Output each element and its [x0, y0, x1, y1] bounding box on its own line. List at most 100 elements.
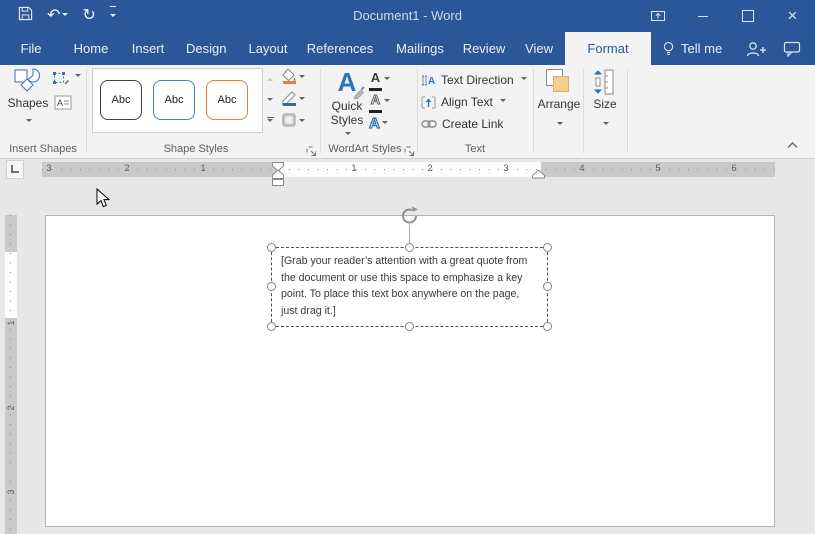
gallery-scroll-down-icon[interactable] [262, 89, 278, 110]
shape-style-option-3[interactable]: Abc [206, 80, 248, 120]
hruler-number: 2 [121, 163, 133, 173]
tab-design[interactable]: Design [186, 32, 226, 65]
ruler-text-area [5, 252, 17, 318]
mouse-cursor-icon [96, 188, 110, 209]
selected-text-box[interactable]: [Grab your reader’s attention with a gre… [271, 247, 548, 327]
text-direction-button[interactable]: A Text Direction [421, 70, 527, 90]
tab-review[interactable]: Review [460, 32, 508, 65]
size-icon [585, 67, 625, 97]
title-bar: ↶ ↻ Document1 - Word × [0, 0, 815, 32]
create-link-label: Create Link [442, 117, 503, 131]
shapes-icon [14, 67, 42, 93]
group-separator [417, 69, 418, 153]
tab-home[interactable]: Home [72, 32, 110, 65]
minimize-icon[interactable] [680, 0, 725, 32]
align-text-label: Align Text [441, 95, 493, 109]
align-text-icon [421, 95, 436, 110]
resize-handle-top-center[interactable] [405, 243, 414, 252]
resize-handle-bottom-center[interactable] [405, 322, 414, 331]
resize-handle-bottom-right[interactable] [543, 322, 552, 331]
shape-styles-dialog-launcher-icon[interactable] [306, 144, 317, 155]
draw-text-box-icon[interactable]: A [54, 95, 72, 115]
text-effects-button[interactable]: A [369, 114, 388, 134]
indent-markers[interactable] [271, 161, 287, 187]
comments-icon[interactable] [783, 32, 801, 65]
tab-layout[interactable]: Layout [246, 32, 290, 65]
text-fill-button[interactable]: A [369, 70, 390, 90]
text-outline-button[interactable]: A [369, 92, 390, 112]
arrange-button[interactable]: Arrange [536, 67, 582, 131]
size-button[interactable]: Size [585, 67, 625, 131]
group-label-wordart-styles: WordArt Styles [322, 143, 408, 155]
resize-handle-middle-right[interactable] [543, 282, 552, 291]
group-label-insert-shapes: Insert Shapes [0, 143, 86, 155]
shape-fill-button[interactable] [281, 68, 305, 88]
ribbon-format-tools: Shapes A Insert Shapes Abc Abc Abc [0, 65, 815, 159]
resize-handle-top-right[interactable] [543, 243, 552, 252]
gallery-more-icon[interactable] [262, 110, 278, 131]
text-line: just drag it.] [281, 303, 527, 320]
maximize-icon[interactable] [725, 0, 770, 32]
resize-handle-middle-left[interactable] [267, 282, 276, 291]
group-separator [533, 69, 534, 153]
resize-handle-bottom-left[interactable] [267, 322, 276, 331]
window-controls: × [635, 0, 815, 32]
vruler-number: 3 [6, 487, 16, 497]
collapse-ribbon-icon[interactable] [786, 136, 799, 154]
tab-file[interactable]: File [12, 32, 50, 65]
shape-fill-icon [281, 68, 297, 89]
align-text-button[interactable]: Align Text [421, 92, 506, 112]
tell-me-label: Tell me [681, 41, 722, 56]
horizontal-ruler[interactable]: 3 2 1 1 2 3 4 5 6 [42, 162, 775, 177]
shape-effects-button[interactable] [281, 112, 305, 132]
gallery-scroll-controls [262, 68, 278, 131]
wordart-dialog-launcher-icon[interactable] [404, 144, 415, 155]
group-separator [627, 69, 628, 153]
edit-shape-icon[interactable] [52, 71, 81, 90]
tab-references[interactable]: References [306, 32, 374, 65]
group-separator [86, 69, 87, 153]
hruler-number: 5 [652, 163, 664, 173]
ribbon-tab-row: File Home Insert Design Layout Reference… [0, 32, 815, 65]
shapes-label: Shapes [5, 96, 51, 110]
group-separator [320, 69, 321, 153]
tab-mailings[interactable]: Mailings [394, 32, 446, 65]
hruler-number: 3 [500, 163, 512, 173]
lightbulb-icon [662, 41, 675, 57]
tab-view[interactable]: View [520, 32, 558, 65]
right-indent-marker[interactable] [531, 169, 546, 179]
resize-handle-top-left[interactable] [267, 243, 276, 252]
gallery-scroll-up-icon[interactable] [262, 68, 278, 89]
ribbon-display-options-icon[interactable] [635, 0, 680, 32]
ruler-ticks [42, 169, 775, 170]
hruler-number: 3 [43, 163, 55, 173]
text-outline-icon: A [369, 91, 382, 113]
shapes-button[interactable]: Shapes [5, 67, 51, 128]
tell-me-box[interactable]: Tell me [662, 32, 722, 65]
group-label-shape-styles: Shape Styles [88, 143, 304, 155]
quick-styles-button[interactable]: A Quick Styles [325, 67, 369, 141]
vertical-ruler[interactable]: 1 2 3 [5, 215, 17, 534]
shape-outline-button[interactable] [281, 90, 305, 110]
close-icon[interactable]: × [770, 0, 815, 32]
shape-style-option-1[interactable]: Abc [100, 80, 142, 120]
svg-text:A: A [57, 98, 63, 108]
quick-styles-label-line1: Quick [325, 99, 369, 113]
tab-insert[interactable]: Insert [128, 32, 168, 65]
text-box-content[interactable]: [Grab your reader’s attention with a gre… [281, 253, 527, 319]
group-label-text: Text [417, 143, 533, 155]
hruler-number: 1 [197, 163, 209, 173]
quick-styles-label-line2: Styles [325, 113, 369, 141]
word-window: ↶ ↻ Document1 - Word × File Home Insert … [0, 0, 815, 534]
text-effects-icon: A [369, 115, 380, 133]
tab-format[interactable]: Format [565, 32, 651, 65]
create-link-button[interactable]: Create Link [421, 114, 503, 134]
rotate-handle-icon[interactable] [400, 206, 420, 226]
share-icon[interactable] [744, 32, 766, 65]
text-fill-icon: A [369, 69, 382, 91]
tab-stop-selector[interactable] [6, 160, 24, 179]
left-tab-icon [11, 165, 19, 173]
vruler-number: 2 [6, 403, 16, 413]
shape-style-option-2[interactable]: Abc [153, 80, 195, 120]
hruler-number: 6 [728, 163, 740, 173]
